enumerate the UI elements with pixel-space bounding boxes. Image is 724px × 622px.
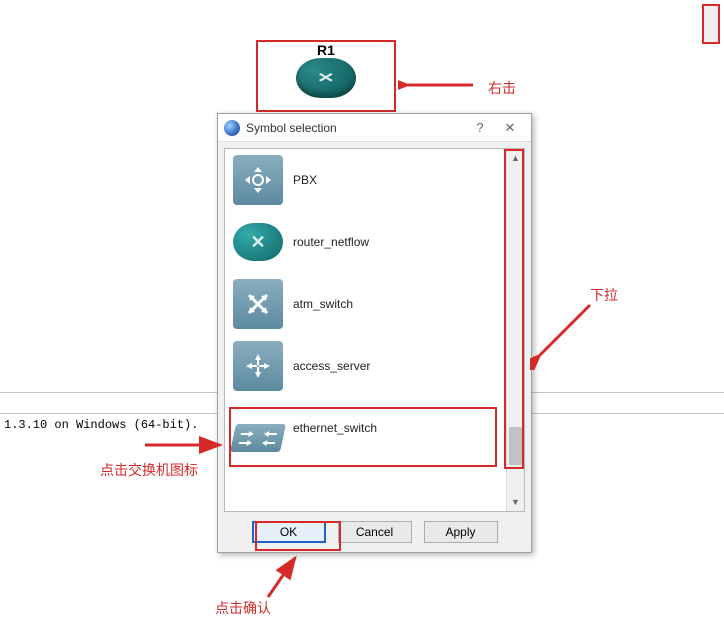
help-icon[interactable]: ? <box>465 116 495 140</box>
r1-label: R1 <box>317 42 335 58</box>
list-item[interactable]: ✕ router_netflow <box>225 211 506 273</box>
list-item[interactable]: ethernet_switch <box>225 397 506 459</box>
router-icon: ✕ <box>296 58 356 98</box>
symbol-selection-dialog: Symbol selection ? ✕ PBX ✕ router_netflo… <box>217 113 532 553</box>
anno-pull-down: 下拉 <box>590 285 618 305</box>
close-icon[interactable]: ✕ <box>495 116 525 140</box>
apply-button[interactable]: Apply <box>424 521 498 543</box>
pbx-icon <box>233 155 283 205</box>
app-icon <box>224 120 240 136</box>
ok-button[interactable]: OK <box>252 521 326 543</box>
dialog-buttons: OK Cancel Apply <box>218 518 531 552</box>
symbol-list: PBX ✕ router_netflow atm_switch <box>224 148 525 512</box>
anno-click-confirm: 点击确认 <box>215 598 271 618</box>
titlebar: Symbol selection ? ✕ <box>218 114 531 142</box>
scroll-down-icon[interactable]: ▼ <box>507 493 524 511</box>
item-label: router_netflow <box>293 235 369 249</box>
atm-switch-icon <box>233 279 283 329</box>
list-item[interactable]: atm_switch <box>225 273 506 335</box>
ethernet-switch-icon <box>230 424 286 452</box>
list-item[interactable]: access_server <box>225 335 506 397</box>
item-label: PBX <box>293 173 317 187</box>
item-label: ethernet_switch <box>293 421 377 435</box>
scrollbar[interactable]: ▲ ▼ <box>506 149 524 511</box>
side-panel-edge <box>702 4 720 44</box>
status-text: 1.3.10 on Windows (64-bit). <box>4 418 198 432</box>
anno-click-switch: 点击交换机图标 <box>100 460 198 480</box>
router-netflow-icon: ✕ <box>233 223 283 261</box>
cancel-button[interactable]: Cancel <box>338 521 412 543</box>
scroll-up-icon[interactable]: ▲ <box>507 149 524 167</box>
item-label: atm_switch <box>293 297 353 311</box>
anno-right-click: 右击 <box>488 78 516 98</box>
r1-router-highlight[interactable]: R1 ✕ <box>256 40 396 112</box>
dialog-title: Symbol selection <box>246 121 465 135</box>
scroll-thumb[interactable] <box>509 427 522 465</box>
access-server-icon <box>233 341 283 391</box>
item-label: access_server <box>293 359 370 373</box>
list-item[interactable]: PBX <box>225 149 506 211</box>
